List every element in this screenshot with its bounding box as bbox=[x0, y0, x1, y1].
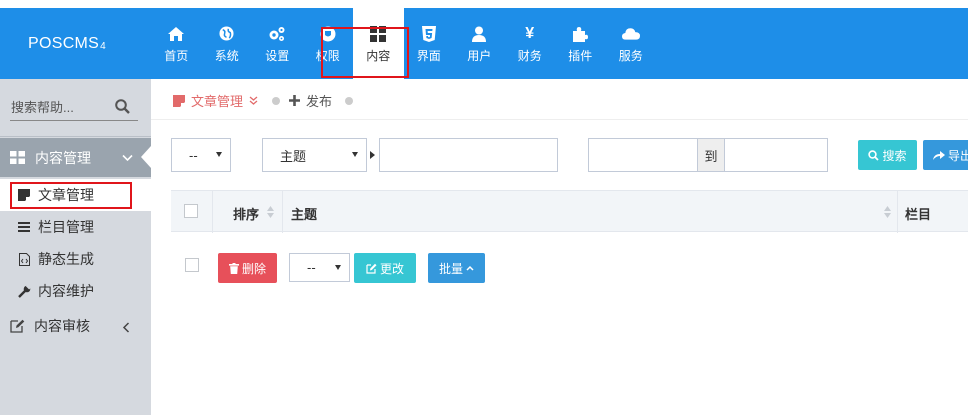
sidebar-item-maintenance[interactable]: 内容维护 bbox=[0, 275, 151, 307]
sidebar-item-articles[interactable]: 文章管理 bbox=[0, 179, 151, 211]
sidebar-search[interactable]: 搜索帮助... bbox=[0, 79, 151, 137]
active-indicator bbox=[141, 146, 151, 168]
field-select[interactable]: 主题 bbox=[262, 138, 367, 172]
nav-item-interface[interactable]: 界面 bbox=[404, 8, 455, 79]
cloud-icon bbox=[621, 25, 640, 42]
column-order[interactable]: 排序 bbox=[233, 204, 259, 223]
shield-icon bbox=[319, 25, 337, 42]
date-to-input[interactable] bbox=[724, 138, 828, 172]
cogs-icon bbox=[268, 25, 286, 42]
search-underline bbox=[10, 120, 138, 121]
sidebar-group-label: 内容管理 bbox=[35, 149, 91, 166]
change-button[interactable]: 更改 bbox=[354, 253, 416, 283]
globe-icon bbox=[218, 25, 236, 42]
nav-item-settings[interactable]: 设置 bbox=[252, 8, 303, 79]
sidebar-group-content-review[interactable]: 内容审核 bbox=[0, 311, 151, 341]
edit-doc-icon bbox=[173, 94, 185, 107]
search-icon bbox=[868, 149, 880, 161]
edit-icon bbox=[10, 319, 25, 333]
column-title[interactable]: 主题 bbox=[291, 204, 317, 223]
column-category[interactable]: 栏目 bbox=[905, 204, 931, 223]
main-content: 文章管理 发布 -- 主题 到 搜索 导出 排序 主题 栏目 删除 -- 更改 … bbox=[151, 79, 968, 415]
sidebar: 搜索帮助... 内容管理 文章管理 栏目管理 静态生成 内容维护 内容审核 bbox=[0, 79, 151, 415]
divider bbox=[151, 119, 968, 120]
plus-icon bbox=[289, 95, 301, 106]
edit-doc-icon bbox=[17, 188, 31, 202]
caret-down-icon bbox=[335, 265, 341, 270]
html-file-icon bbox=[17, 252, 31, 266]
caret-down-icon bbox=[352, 152, 358, 157]
top-nav: 首页 系统 设置 权限 内容 界面 用户 ¥ 财务 插件 服务 bbox=[151, 8, 656, 79]
wrench-icon bbox=[17, 284, 31, 298]
date-from-input[interactable] bbox=[588, 138, 698, 172]
table-header: 排序 主题 栏目 bbox=[171, 190, 968, 233]
breadcrumb-dot bbox=[345, 96, 354, 105]
bulk-category-select[interactable]: -- bbox=[289, 253, 350, 282]
caret-right-icon bbox=[370, 151, 375, 159]
date-range-separator: 到 bbox=[697, 138, 725, 172]
sort-icon[interactable] bbox=[884, 206, 891, 221]
grid-icon bbox=[10, 151, 25, 164]
sidebar-item-static-generation[interactable]: 静态生成 bbox=[0, 243, 151, 275]
chevron-left-icon bbox=[122, 320, 130, 336]
nav-item-home[interactable]: 首页 bbox=[151, 8, 202, 79]
caret-down-icon bbox=[216, 152, 222, 157]
breadcrumb-articles[interactable]: 文章管理 bbox=[173, 91, 258, 110]
puzzle-icon bbox=[571, 25, 589, 42]
bulk-select-checkbox[interactable] bbox=[185, 258, 199, 272]
breadcrumb-publish[interactable]: 发布 bbox=[289, 91, 332, 110]
home-icon bbox=[167, 25, 185, 42]
user-icon bbox=[470, 25, 488, 42]
chevron-up-icon bbox=[466, 265, 474, 271]
nav-item-system[interactable]: 系统 bbox=[202, 8, 253, 79]
grid-icon bbox=[369, 25, 387, 42]
delete-button[interactable]: 删除 bbox=[218, 253, 277, 283]
sidebar-group-content-management[interactable]: 内容管理 bbox=[0, 138, 151, 177]
nav-item-finance[interactable]: ¥ 财务 bbox=[505, 8, 556, 79]
nav-item-services[interactable]: 服务 bbox=[606, 8, 657, 79]
edit-icon bbox=[366, 263, 377, 274]
trash-icon bbox=[228, 262, 239, 274]
nav-item-content[interactable]: 内容 bbox=[353, 8, 404, 79]
double-chevron-down-icon bbox=[249, 96, 258, 105]
status-select[interactable]: -- bbox=[171, 138, 231, 172]
keyword-input[interactable] bbox=[379, 138, 558, 172]
nav-item-plugins[interactable]: 插件 bbox=[555, 8, 606, 79]
yen-icon: ¥ bbox=[525, 24, 535, 42]
search-icon[interactable] bbox=[115, 99, 130, 117]
sort-icon[interactable] bbox=[267, 206, 274, 221]
html5-icon bbox=[420, 25, 438, 42]
sidebar-item-categories[interactable]: 栏目管理 bbox=[0, 211, 151, 243]
batch-button[interactable]: 批量 bbox=[428, 253, 485, 283]
select-all-checkbox[interactable] bbox=[184, 204, 198, 218]
breadcrumb: 文章管理 发布 bbox=[173, 91, 354, 110]
list-icon bbox=[17, 220, 31, 234]
nav-item-users[interactable]: 用户 bbox=[454, 8, 505, 79]
export-button[interactable]: 导出 bbox=[923, 140, 968, 170]
chevron-down-icon bbox=[122, 150, 133, 165]
logo[interactable]: POSCMS4 bbox=[28, 35, 106, 53]
top-navbar: POSCMS4 首页 系统 设置 权限 内容 界面 用户 ¥ 财务 插件 服务 bbox=[0, 8, 968, 79]
nav-item-permissions[interactable]: 权限 bbox=[303, 8, 354, 79]
search-input[interactable]: 搜索帮助... bbox=[11, 97, 74, 116]
share-icon bbox=[933, 151, 945, 160]
breadcrumb-dot bbox=[272, 96, 281, 105]
search-button[interactable]: 搜索 bbox=[858, 140, 917, 170]
